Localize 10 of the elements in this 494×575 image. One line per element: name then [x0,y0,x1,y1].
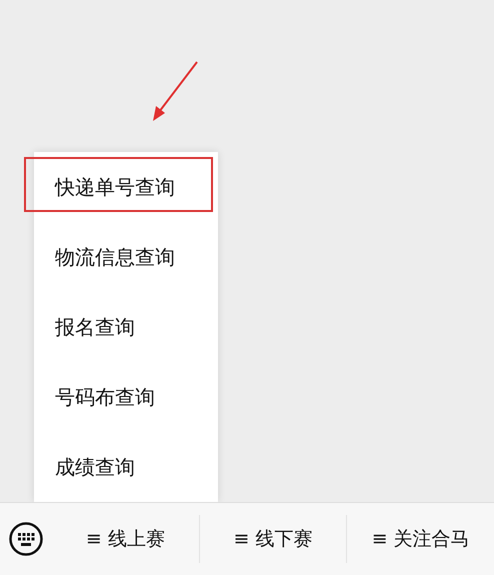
arrow-icon [150,60,200,123]
menu-tab[interactable]: ≡ 线上赛 [86,524,165,554]
menu-item[interactable]: 快递单号查询 [34,172,175,202]
menu-tab[interactable]: ≡ 线下赛 [234,524,312,554]
menu-item[interactable]: 物流信息查询 [34,242,175,272]
menu-item[interactable]: 报名查询 [34,312,135,342]
menu-item[interactable]: 成绩查询 [34,452,135,482]
menu-item[interactable]: 号码布查询 [34,382,155,412]
keyboard-icon[interactable] [9,522,43,556]
menu-tab[interactable]: ≡ 关注合马 [372,524,470,554]
